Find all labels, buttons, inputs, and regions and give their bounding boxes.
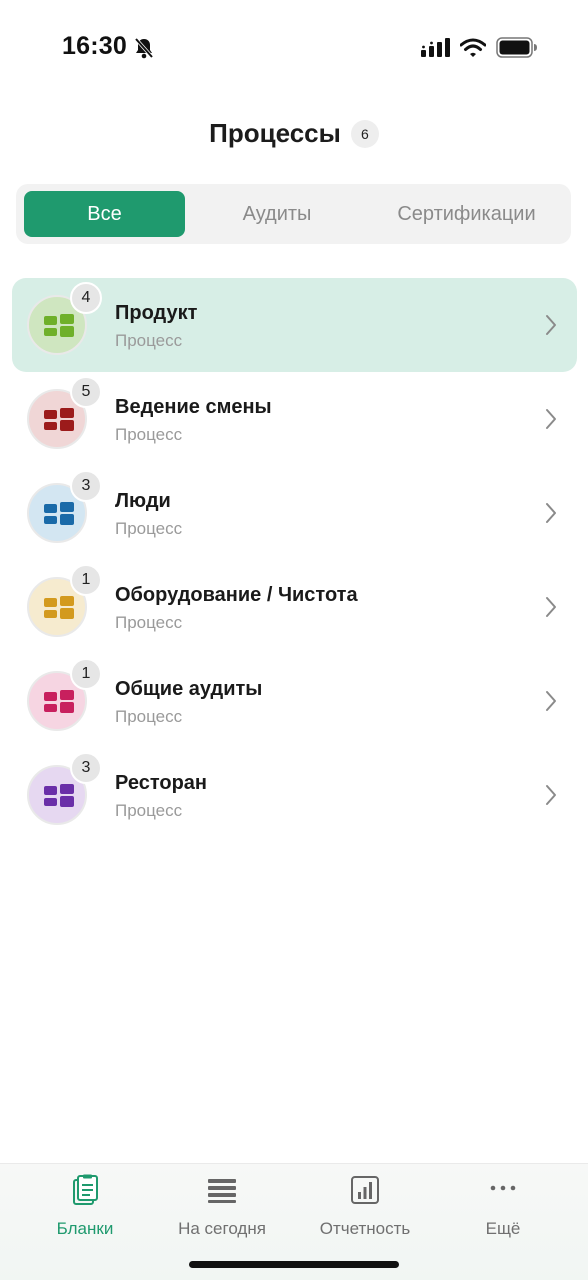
process-count-badge: 1 [70, 564, 102, 596]
list-icon [208, 1179, 236, 1203]
process-list: 4 Продукт Процесс 5 Ведение смены Процесс 3 Люд… [12, 278, 577, 842]
nav-reports[interactable]: Отчетность [300, 1172, 430, 1242]
process-count-badge: 3 [70, 752, 102, 784]
process-blocks-icon [44, 408, 74, 431]
process-title: Ресторан [115, 772, 207, 794]
nav-more-label: Ещё [485, 1219, 521, 1238]
process-row[interactable]: 4 Продукт Процесс [12, 278, 577, 372]
forms-icon [73, 1174, 98, 1205]
status-bar: 16:30 [0, 0, 588, 96]
process-count-badge: 5 [70, 376, 102, 408]
process-blocks-icon [44, 314, 74, 337]
home-indicator [189, 1261, 399, 1268]
process-count-badge: 4 [70, 282, 102, 314]
header: Процессы 6 [0, 110, 588, 156]
tab-certifications[interactable]: Сертификации [369, 191, 564, 237]
chevron-right-icon [546, 597, 556, 617]
process-subtitle: Процесс [115, 707, 183, 726]
status-time: 16:30 [62, 32, 127, 60]
process-count-badge: 6 [350, 120, 379, 148]
chevron-right-icon [546, 409, 556, 429]
chevron-right-icon [546, 785, 556, 805]
more-icon [490, 1185, 516, 1191]
process-row[interactable]: 5 Ведение смены Процесс [12, 372, 577, 466]
wifi-icon [460, 38, 486, 57]
process-count-badge: 3 [70, 470, 102, 502]
bar-chart-icon [351, 1176, 379, 1204]
process-subtitle: Процесс [115, 425, 183, 444]
signal-icon [421, 38, 450, 57]
process-title: Оборудование / Чистота [115, 584, 358, 606]
nav-forms-label: Бланки [56, 1219, 114, 1238]
filter-segmented-control: Все Аудиты Сертификации [16, 184, 571, 244]
process-subtitle: Процесс [115, 331, 183, 350]
process-row[interactable]: 3 Ресторан Процесс [12, 748, 577, 842]
chevron-right-icon [546, 503, 556, 523]
process-title: Ведение смены [115, 396, 272, 418]
bell-off-icon [134, 37, 154, 59]
tab-audits[interactable]: Аудиты [185, 191, 369, 237]
process-blocks-icon [44, 690, 74, 713]
chevron-right-icon [546, 691, 556, 711]
process-blocks-icon [44, 502, 74, 525]
process-row[interactable]: 1 Оборудование / Чистота Процесс [12, 560, 577, 654]
process-count-badge: 1 [70, 658, 102, 690]
process-subtitle: Процесс [115, 519, 183, 538]
nav-today-label: На сегодня [178, 1219, 266, 1238]
process-title: Люди [115, 490, 171, 512]
tab-all[interactable]: Все [24, 191, 185, 237]
process-subtitle: Процесс [115, 613, 183, 632]
nav-more[interactable]: Ещё [438, 1172, 568, 1242]
chevron-right-icon [546, 315, 556, 335]
process-row[interactable]: 3 Люди Процесс [12, 466, 577, 560]
nav-forms[interactable]: Бланки [20, 1172, 150, 1242]
process-title: Общие аудиты [115, 678, 263, 700]
nav-reports-label: Отчетность [319, 1219, 411, 1238]
process-title: Продукт [115, 302, 198, 324]
battery-icon [496, 37, 537, 58]
process-subtitle: Процесс [115, 801, 183, 820]
process-blocks-icon [44, 784, 74, 807]
process-row[interactable]: 1 Общие аудиты Процесс [12, 654, 577, 748]
page-title: Процессы [209, 117, 341, 148]
process-blocks-icon [44, 596, 74, 619]
nav-today[interactable]: На сегодня [157, 1172, 287, 1242]
